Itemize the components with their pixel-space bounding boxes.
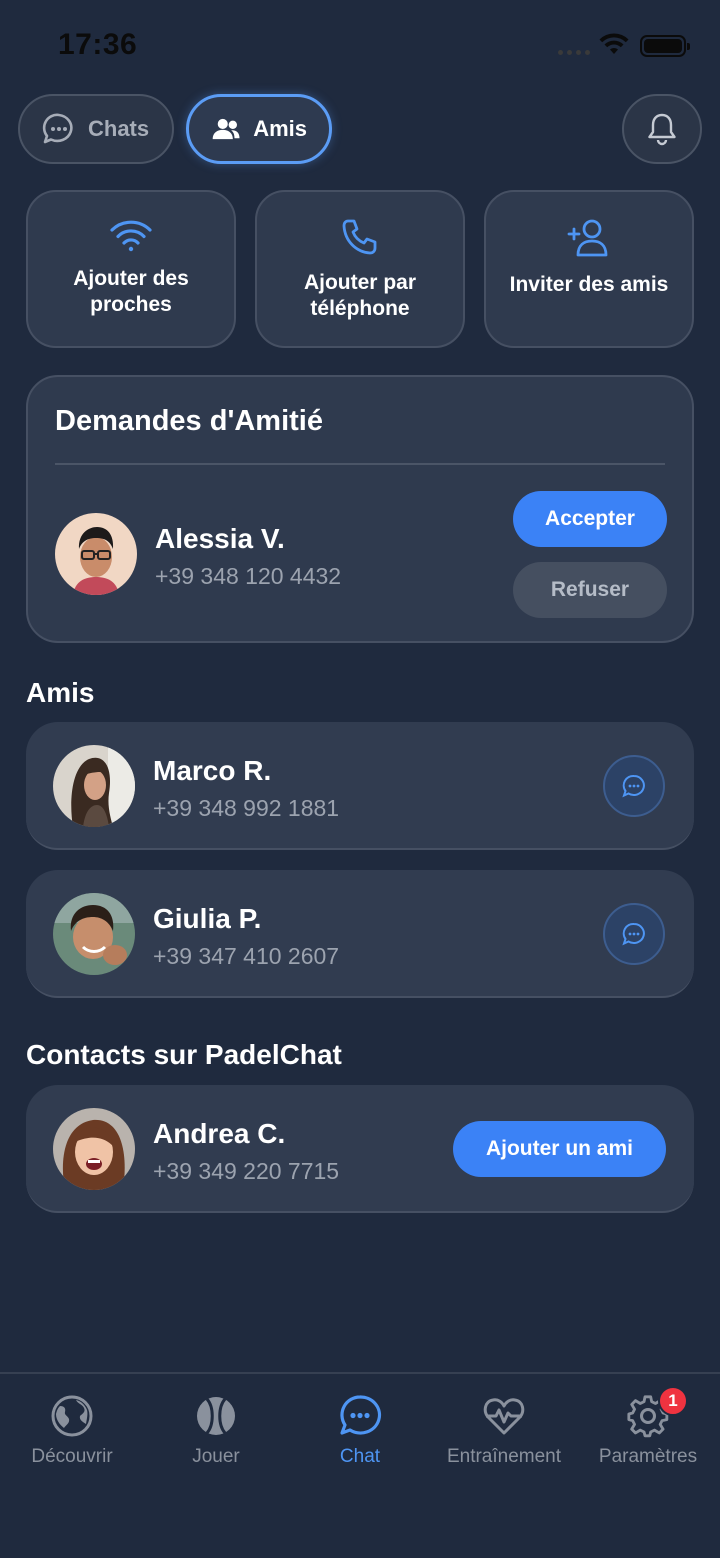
contact-phone: +39 349 220 7715: [153, 1158, 340, 1184]
add-by-phone-label: Ajouter par téléphone: [303, 271, 416, 320]
friends-section-title: Amis: [26, 677, 95, 708]
message-button[interactable]: [603, 755, 665, 817]
wifi-status-icon: [599, 33, 629, 54]
chat-icon: [340, 1395, 382, 1435]
friend-phone: +39 347 410 2607: [153, 943, 340, 969]
add-user-icon: [567, 219, 608, 257]
invite-friends-label: Inviter des amis: [509, 273, 669, 296]
notifications-button[interactable]: [622, 94, 702, 164]
friend-requests-card: Demandes d'Amitié Alessia V. +39 348 120…: [26, 375, 694, 643]
accept-button[interactable]: Accepter: [513, 491, 667, 547]
add-by-phone-button[interactable]: Ajouter par téléphone: [255, 190, 465, 348]
invite-friends-button[interactable]: Inviter des amis: [484, 190, 694, 348]
nav-label: Chat: [339, 1446, 381, 1467]
friend-row[interactable]: Marco R. +39 348 992 1881: [26, 722, 694, 850]
phone-icon: [342, 219, 377, 255]
nav-item-chat[interactable]: Chat: [288, 1394, 432, 1490]
friend-row[interactable]: Giulia P. +39 347 410 2607: [26, 870, 694, 998]
tab-chats-label: Chats: [88, 116, 150, 141]
heart-pulse-icon: [483, 1398, 525, 1435]
users-icon: [212, 118, 240, 140]
bottom-nav: Découvrir Jouer Chat Entraînement 1 Para…: [0, 1372, 720, 1558]
contact-row[interactable]: Andrea C. +39 349 220 7715 Ajouter un am…: [26, 1085, 694, 1213]
contacts-section-title: Contacts sur PadelChat: [26, 1039, 342, 1070]
nav-label: Paramètres: [598, 1446, 698, 1467]
avatar: [53, 745, 135, 827]
divider: [55, 463, 665, 465]
friend-name: Giulia P.: [153, 903, 262, 934]
chat-icon: [622, 922, 645, 946]
contact-name: Andrea C.: [153, 1118, 286, 1149]
globe-icon: [51, 1395, 93, 1437]
battery-icon: [640, 35, 690, 57]
nav-label: Entraînement: [446, 1446, 562, 1467]
chat-bubble-icon: [42, 113, 73, 144]
nav-item-training[interactable]: Entraînement: [432, 1394, 576, 1490]
message-button[interactable]: [603, 903, 665, 965]
tennis-ball-icon: [197, 1397, 235, 1435]
avatar: [55, 513, 137, 595]
friend-phone: +39 348 992 1881: [153, 795, 340, 821]
signal-icon: [558, 50, 590, 55]
avatar: [53, 893, 135, 975]
wifi-icon: [110, 220, 152, 252]
chat-icon: [622, 774, 645, 798]
nav-label: Découvrir: [31, 1446, 113, 1467]
tab-chats[interactable]: Chats: [18, 94, 174, 164]
notification-badge: 1: [658, 1386, 688, 1416]
tab-amis-label: Amis: [253, 116, 307, 141]
request-name: Alessia V.: [155, 523, 285, 554]
status-time: 17:36: [58, 28, 138, 61]
refuse-button[interactable]: Refuser: [513, 562, 667, 618]
friend-requests-title: Demandes d'Amitié: [55, 405, 323, 437]
status-bar: 17:36: [0, 0, 720, 90]
add-nearby-button[interactable]: Ajouter des proches: [26, 190, 236, 348]
nav-item-discover[interactable]: Découvrir: [0, 1394, 144, 1490]
avatar: [53, 1108, 135, 1190]
nav-item-settings[interactable]: 1 Paramètres: [576, 1386, 720, 1490]
tab-amis[interactable]: Amis: [186, 94, 332, 164]
request-phone: +39 348 120 4432: [155, 563, 342, 589]
nav-item-play[interactable]: Jouer: [144, 1394, 288, 1490]
nav-label: Jouer: [192, 1446, 240, 1467]
add-nearby-label: Ajouter des proches: [73, 267, 189, 316]
add-friend-button[interactable]: Ajouter un ami: [453, 1121, 666, 1177]
friend-name: Marco R.: [153, 755, 272, 786]
bell-icon: [648, 113, 676, 146]
